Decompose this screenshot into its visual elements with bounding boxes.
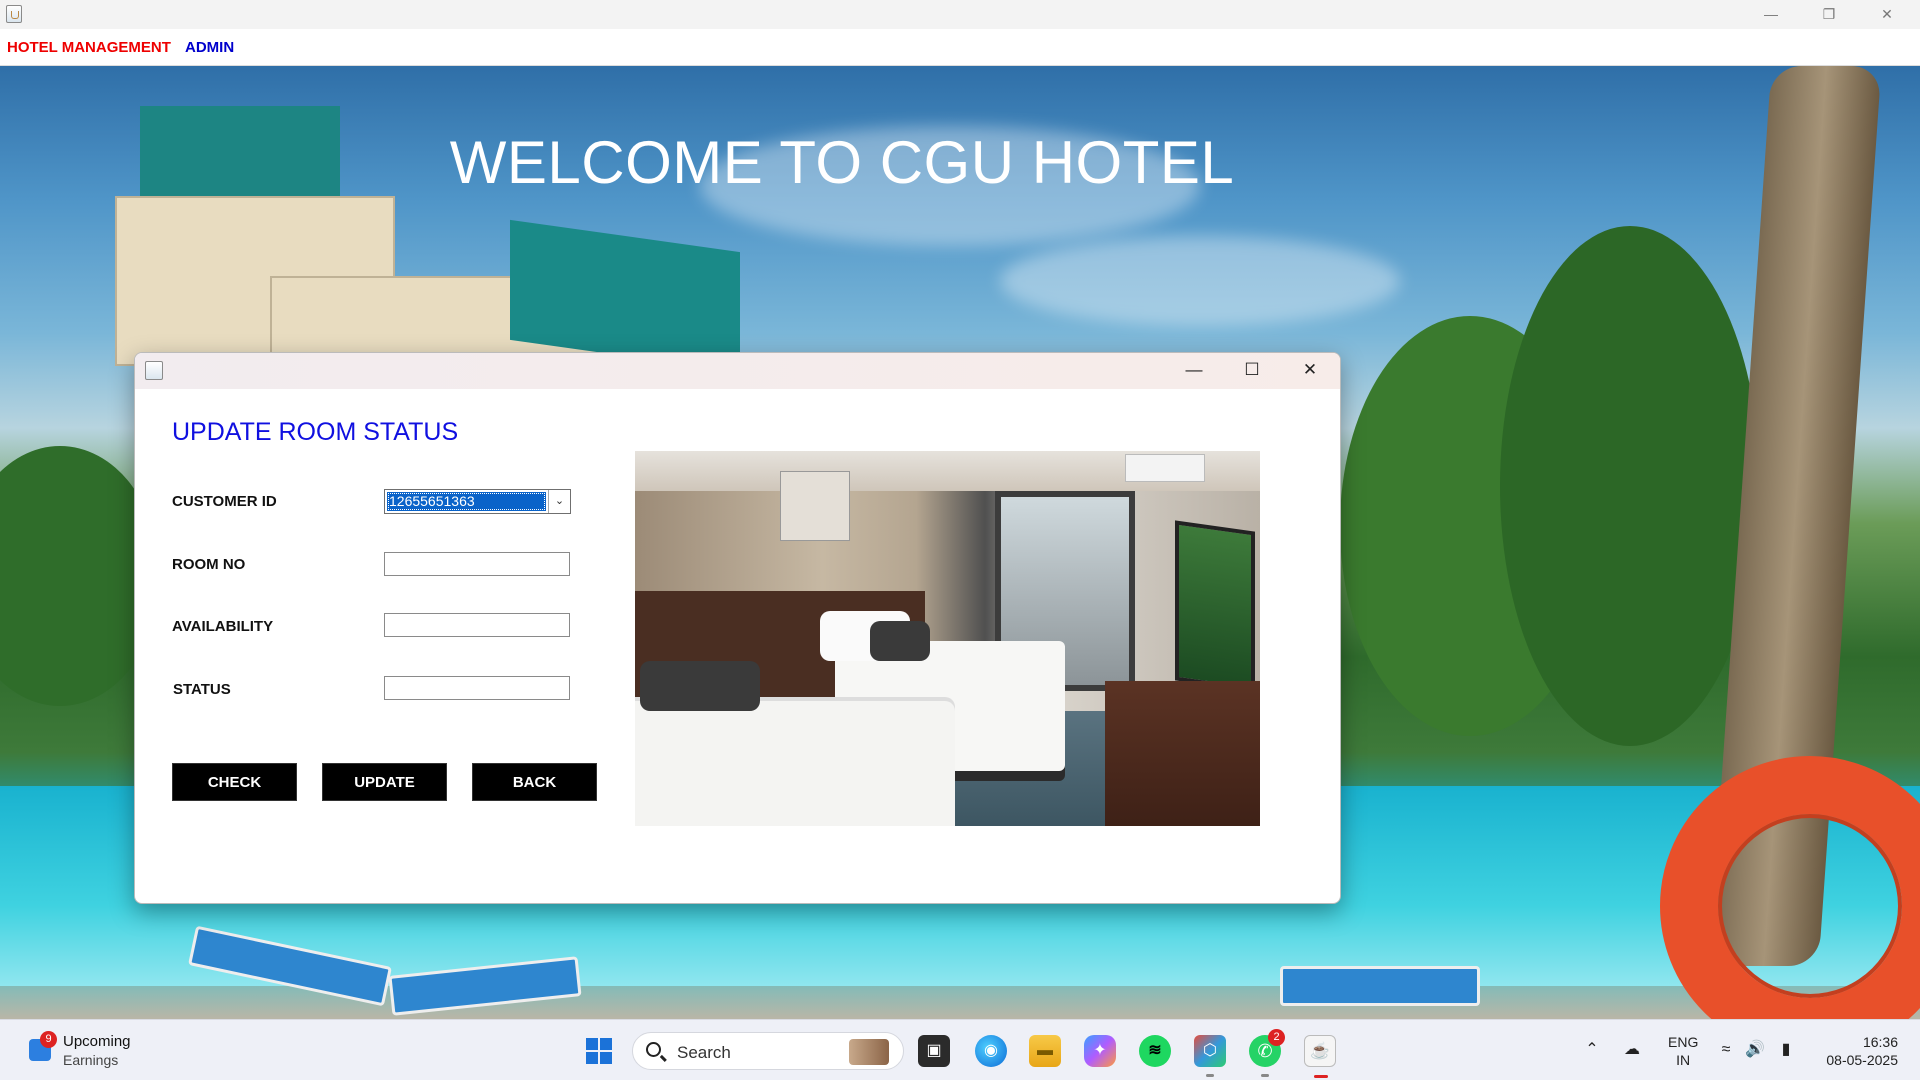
dialog-minimize-button[interactable]: — xyxy=(1165,353,1223,389)
main-window-titlebar: — ❐ ✕ xyxy=(0,0,1920,29)
search-placeholder: Search xyxy=(677,1043,731,1062)
java-app-icon xyxy=(6,5,22,23)
dialog-heading: UPDATE ROOM STATUS xyxy=(172,418,459,446)
dialog-titlebar: — ☐ ✕ xyxy=(135,353,1340,389)
menu-bar: HOTEL MANAGEMENT ADMIN xyxy=(0,29,1920,66)
availability-label: AVAILABILITY xyxy=(172,618,274,635)
language-code: ENG xyxy=(1668,1034,1699,1050)
welcome-heading: WELCOME TO CGU HOTEL xyxy=(449,129,1235,196)
edge-icon[interactable]: ◉ xyxy=(975,1035,1007,1067)
back-button[interactable]: BACK xyxy=(472,763,597,801)
room-no-input[interactable] xyxy=(384,552,570,576)
room-no-label: ROOM NO xyxy=(172,556,246,573)
taskbar: 9 Upcoming Earnings Search ▣ ◉ ▬ ✦ ≋ ⬡ ✆… xyxy=(0,1019,1920,1080)
clock-date: 08-05-2025 xyxy=(1826,1052,1898,1068)
copilot-icon[interactable]: ✦ xyxy=(1084,1035,1116,1067)
dialog-maximize-button[interactable]: ☐ xyxy=(1223,353,1281,389)
update-button[interactable]: UPDATE xyxy=(322,763,447,801)
customer-id-selected-value: 12655651363 xyxy=(387,492,546,511)
widgets-button[interactable]: 9 Upcoming Earnings xyxy=(25,1031,155,1071)
update-room-dialog: — ☐ ✕ UPDATE ROOM STATUS CUSTOMER ID 126… xyxy=(134,352,1341,904)
start-button[interactable] xyxy=(586,1038,612,1064)
availability-input[interactable] xyxy=(384,613,570,637)
office-icon[interactable]: ⬡ xyxy=(1194,1035,1226,1077)
clock[interactable]: 16:36 08-05-2025 xyxy=(1826,1033,1898,1069)
status-label: STATUS xyxy=(173,681,231,698)
search-highlight-icon xyxy=(849,1039,889,1065)
status-input[interactable] xyxy=(384,676,570,700)
menu-admin[interactable]: ADMIN xyxy=(185,39,234,56)
main-restore-button[interactable]: ❐ xyxy=(1800,0,1858,29)
customer-id-label: CUSTOMER ID xyxy=(172,493,277,510)
language-indicator[interactable]: ENG IN xyxy=(1668,1033,1698,1069)
wifi-icon[interactable]: ≈ xyxy=(1716,1040,1736,1060)
hotel-room-image xyxy=(635,451,1260,826)
battery-icon[interactable]: ▮ xyxy=(1776,1040,1796,1060)
menu-hotel-management[interactable]: HOTEL MANAGEMENT xyxy=(7,39,171,56)
java-app-icon xyxy=(145,361,163,380)
file-explorer-icon[interactable]: ▬ xyxy=(1029,1035,1061,1067)
volume-icon[interactable]: 🔊 xyxy=(1745,1040,1765,1060)
dialog-close-button[interactable]: ✕ xyxy=(1281,353,1339,389)
check-button[interactable]: CHECK xyxy=(172,763,297,801)
clock-time: 16:36 xyxy=(1862,1034,1898,1050)
widget-subtitle: Earnings xyxy=(63,1052,119,1068)
chevron-up-icon[interactable]: ⌃ xyxy=(1582,1040,1602,1060)
task-view-icon[interactable]: ▣ xyxy=(918,1035,950,1067)
taskbar-search[interactable]: Search xyxy=(632,1032,904,1070)
main-minimize-button[interactable]: — xyxy=(1742,0,1800,29)
chevron-down-icon[interactable]: ⌄ xyxy=(548,490,570,513)
onedrive-cloud-icon[interactable]: ☁ xyxy=(1622,1040,1642,1060)
desktop: — ❐ ✕ HOTEL MANAGEMENT ADMIN WELCOME TO … xyxy=(0,0,1920,1080)
main-close-button[interactable]: ✕ xyxy=(1858,0,1916,29)
customer-id-combobox[interactable]: 12655651363 ⌄ xyxy=(384,489,571,514)
widget-badge: 9 xyxy=(40,1031,57,1048)
whatsapp-badge: 2 xyxy=(1268,1029,1285,1046)
widget-title: Upcoming xyxy=(63,1033,131,1050)
region-code: IN xyxy=(1676,1052,1691,1068)
search-icon xyxy=(646,1042,661,1057)
spotify-icon[interactable]: ≋ xyxy=(1139,1035,1171,1067)
java-icon[interactable]: ☕ xyxy=(1304,1035,1336,1078)
